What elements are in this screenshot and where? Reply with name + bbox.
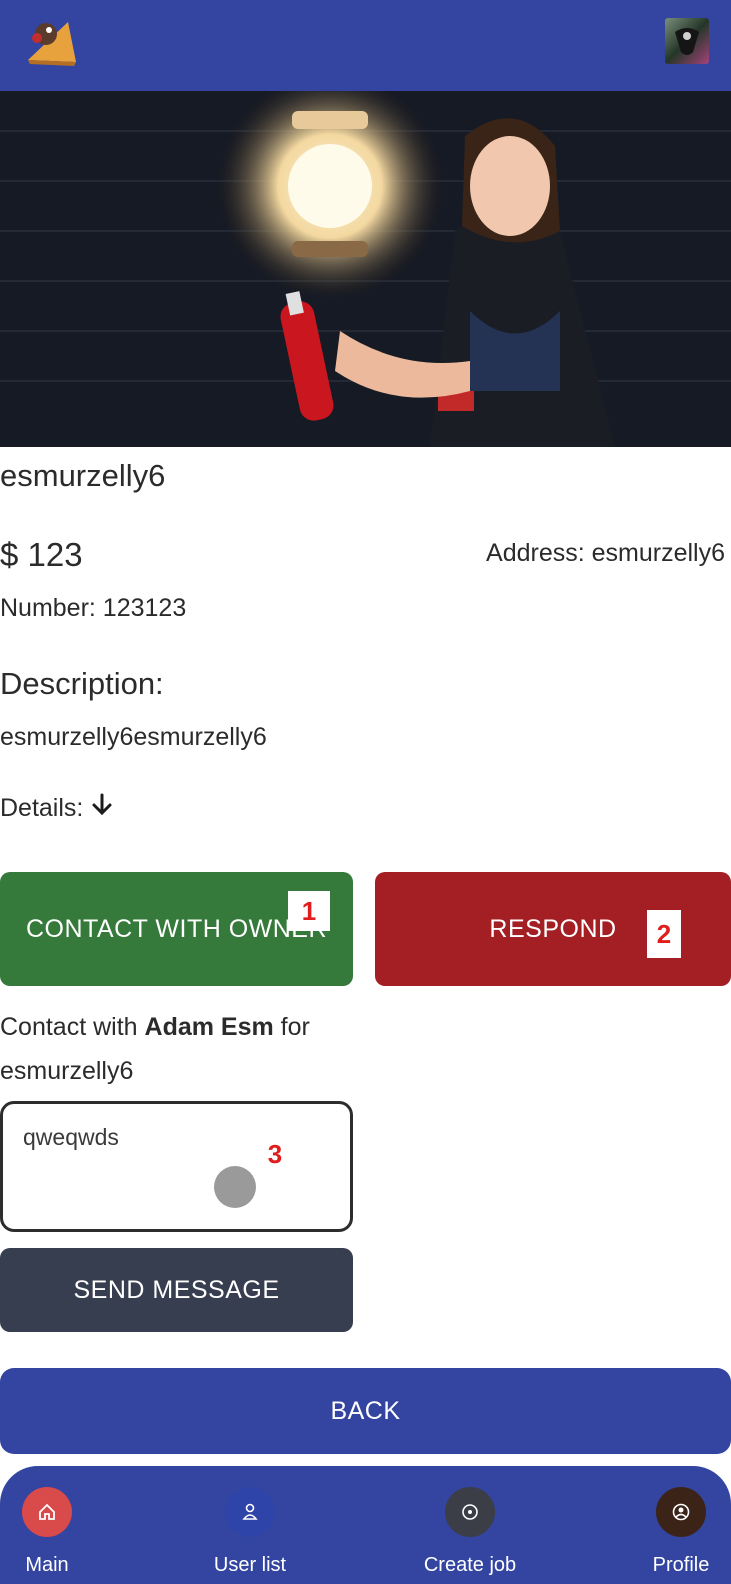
owner-name: Adam Esm	[144, 1013, 274, 1041]
message-textbox[interactable]	[0, 1101, 353, 1232]
nav-label-profile: Profile	[652, 1554, 710, 1576]
home-icon	[22, 1487, 72, 1537]
contact-info: Contact with Adam Esm for esmurzelly6	[0, 1005, 360, 1093]
details-toggle[interactable]: Details:	[0, 793, 113, 824]
description-text: esmurzelly6esmurzelly6	[0, 723, 267, 751]
contact-suffix: for	[273, 1013, 310, 1041]
nav-item-user-list[interactable]: User list	[185, 1466, 315, 1584]
arrow-down-icon	[91, 793, 113, 824]
nav-label-user-list: User list	[213, 1554, 287, 1576]
nav-item-create-job[interactable]: Create job	[405, 1466, 535, 1584]
send-message-button[interactable]: SEND MESSAGE	[0, 1248, 353, 1332]
job-photo	[0, 91, 731, 447]
annotation-marker-2: 2	[647, 910, 681, 958]
job-number: Number: 123123	[0, 594, 187, 622]
job-price: $ 123	[0, 536, 83, 573]
touch-indicator	[214, 1166, 256, 1208]
nav-label-create-job: Create job	[423, 1554, 517, 1576]
contact-prefix: Contact with	[0, 1013, 145, 1041]
annotation-marker-1: 1	[288, 891, 330, 931]
details-label: Details:	[0, 794, 84, 822]
job-title: esmurzelly6	[0, 458, 166, 493]
nav-item-profile[interactable]: Profile	[616, 1466, 731, 1584]
nav-item-main[interactable]: Main	[0, 1466, 112, 1584]
target-icon	[445, 1487, 495, 1537]
app-logo[interactable]	[24, 14, 80, 70]
back-button[interactable]: BACK	[0, 1368, 731, 1454]
job-address: Address: esmurzelly6	[486, 539, 725, 567]
description-heading: Description:	[0, 666, 164, 701]
nav-label-main: Main	[25, 1554, 69, 1576]
profile-avatar[interactable]	[665, 18, 709, 64]
bottom-nav: Main User list Create job Profile	[0, 1466, 731, 1584]
profile-icon	[656, 1487, 706, 1537]
user-icon	[225, 1487, 275, 1537]
annotation-marker-3: 3	[267, 1138, 283, 1169]
top-bar	[0, 0, 731, 91]
contact-job-name: esmurzelly6	[0, 1057, 134, 1085]
